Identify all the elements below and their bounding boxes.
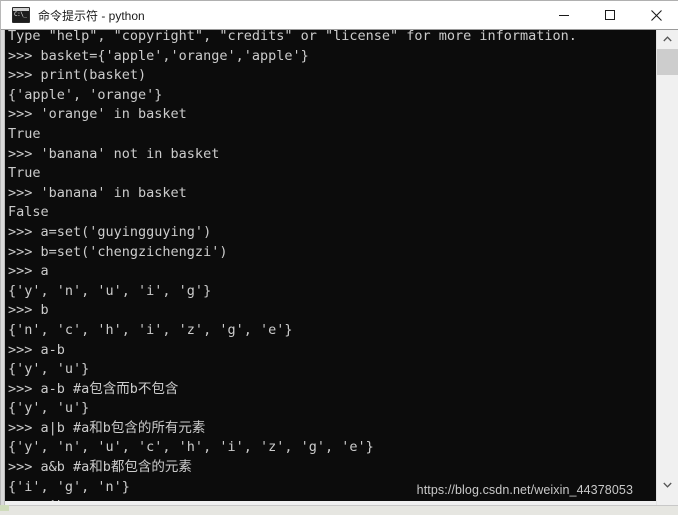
minimize-button[interactable]: [541, 1, 587, 29]
vertical-scrollbar[interactable]: [656, 30, 678, 506]
terminal-line: >>> a&b #a和b都包含的元素: [8, 459, 192, 476]
scrollbar-track[interactable]: [657, 75, 678, 476]
terminal-line: >>> 'banana' not in basket: [8, 145, 220, 162]
terminal-line: >>> print(basket): [8, 67, 147, 84]
scroll-down-arrow-icon[interactable]: [657, 476, 678, 494]
terminal-line: {'y', 'u'}: [8, 361, 90, 378]
close-button[interactable]: [633, 1, 678, 29]
terminal-line: >>> basket={'apple','orange','apple'}: [8, 47, 309, 64]
terminal-line: {'apple', 'orange'}: [8, 86, 163, 103]
console-icon: C:\_: [12, 7, 30, 23]
terminal-line: {'y', 'n', 'u', 'c', 'h', 'i', 'z', 'g',…: [8, 439, 374, 456]
screenshot-root: C:\_ 命令提示符 - python Type "help", "copyri…: [0, 0, 678, 515]
terminal-line: >>> a^b: [8, 497, 656, 501]
terminal-line: {'y', 'n', 'u', 'i', 'g'}: [8, 282, 212, 299]
terminal-line: {'y', 'u'}: [8, 400, 90, 417]
terminal-line: >>> a: [8, 263, 49, 280]
terminal-line: >>> a=set('guyingguying'): [8, 223, 212, 240]
terminal-line: True: [8, 165, 41, 182]
terminal-line: >>> 'orange' in basket: [8, 106, 187, 123]
terminal-line: >>> b=set('chengzichengzi'): [8, 243, 228, 260]
terminal-line: False: [8, 204, 49, 221]
window-bottom-edge: [0, 505, 678, 515]
terminal-area: Type "help", "copyright", "credits" or "…: [1, 30, 678, 506]
terminal-line: >>> a|b #a和b包含的所有元素: [8, 419, 206, 436]
window-controls: [541, 1, 678, 29]
terminal-line: >>> a-b #a包含而b不包含: [8, 380, 179, 397]
window-bottom-accent: [0, 505, 9, 511]
window-title: 命令提示符 - python: [38, 8, 145, 23]
terminal-screen[interactable]: Type "help", "copyright", "credits" or "…: [5, 30, 657, 501]
scrollbar-thumb[interactable]: [657, 49, 678, 75]
terminal-line: Type "help", "copyright", "credits" or "…: [8, 30, 577, 44]
terminal-line: >>> a-b: [8, 341, 65, 358]
window-titlebar[interactable]: C:\_ 命令提示符 - python: [1, 1, 678, 30]
terminal-line: >>> b: [8, 302, 49, 319]
watermark-url: https://blog.csdn.net/weixin_44378053: [416, 483, 633, 497]
terminal-line: {'n', 'c', 'h', 'i', 'z', 'g', 'e'}: [8, 321, 293, 338]
command-prompt-window: C:\_ 命令提示符 - python Type "help", "copyri…: [0, 0, 678, 506]
terminal-line: True: [8, 125, 41, 142]
terminal-line: >>> 'banana' in basket: [8, 184, 187, 201]
terminal-output: Type "help", "copyright", "credits" or "…: [8, 30, 656, 501]
console-icon-glyph: C:\_: [14, 11, 27, 18]
scroll-up-arrow-icon[interactable]: [657, 30, 678, 48]
maximize-button[interactable]: [587, 1, 633, 29]
